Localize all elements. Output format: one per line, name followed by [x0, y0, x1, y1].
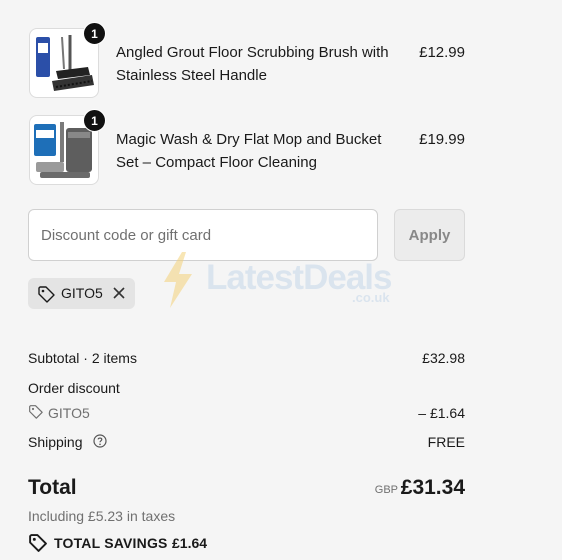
item-price: £12.99 [419, 44, 465, 61]
currency-label: GBP [374, 484, 398, 496]
shipping-label: Shipping [28, 434, 83, 450]
discount-code-label: GITO5 [48, 405, 90, 421]
discount-value: – £1.64 [418, 405, 465, 421]
shipping-value: FREE [427, 434, 465, 450]
tag-icon [29, 534, 47, 552]
applied-code-label: GITO5 [61, 285, 103, 301]
total-label: Total [28, 476, 77, 499]
quantity-badge: 1 [83, 109, 106, 132]
close-icon[interactable] [111, 285, 127, 301]
subtotal-label: Subtotal · 2 items [28, 350, 137, 366]
total-savings-value: £1.64 [172, 535, 208, 551]
item-price: £19.99 [419, 131, 465, 148]
subtotal-value: £32.98 [422, 350, 465, 366]
tag-icon [29, 405, 43, 419]
watermark: LatestDeals .co.uk [160, 248, 410, 310]
applied-discount-chip: GITO5 [28, 278, 135, 309]
quantity-badge: 1 [83, 22, 106, 45]
taxes-note: Including £5.23 in taxes [28, 508, 176, 524]
order-discount-label: Order discount [28, 380, 120, 396]
item-name: Magic Wash & Dry Flat Mop and Bucket Set… [116, 131, 382, 171]
cart-item: 1 Magic Wash & Dry Flat Mop and Bucket S… [29, 109, 465, 185]
total-savings-label: TOTAL SAVINGS [54, 535, 168, 551]
lightning-icon [164, 252, 192, 308]
help-icon[interactable] [93, 434, 107, 448]
watermark-sub: .co.uk [352, 290, 390, 305]
cart-item: 1 Angled Grout Floor Scrubbing Brush wit… [29, 22, 465, 98]
tag-icon [38, 286, 55, 303]
item-name: Angled Grout Floor Scrubbing Brush with … [116, 44, 389, 84]
total-value: £31.34 [400, 476, 465, 499]
